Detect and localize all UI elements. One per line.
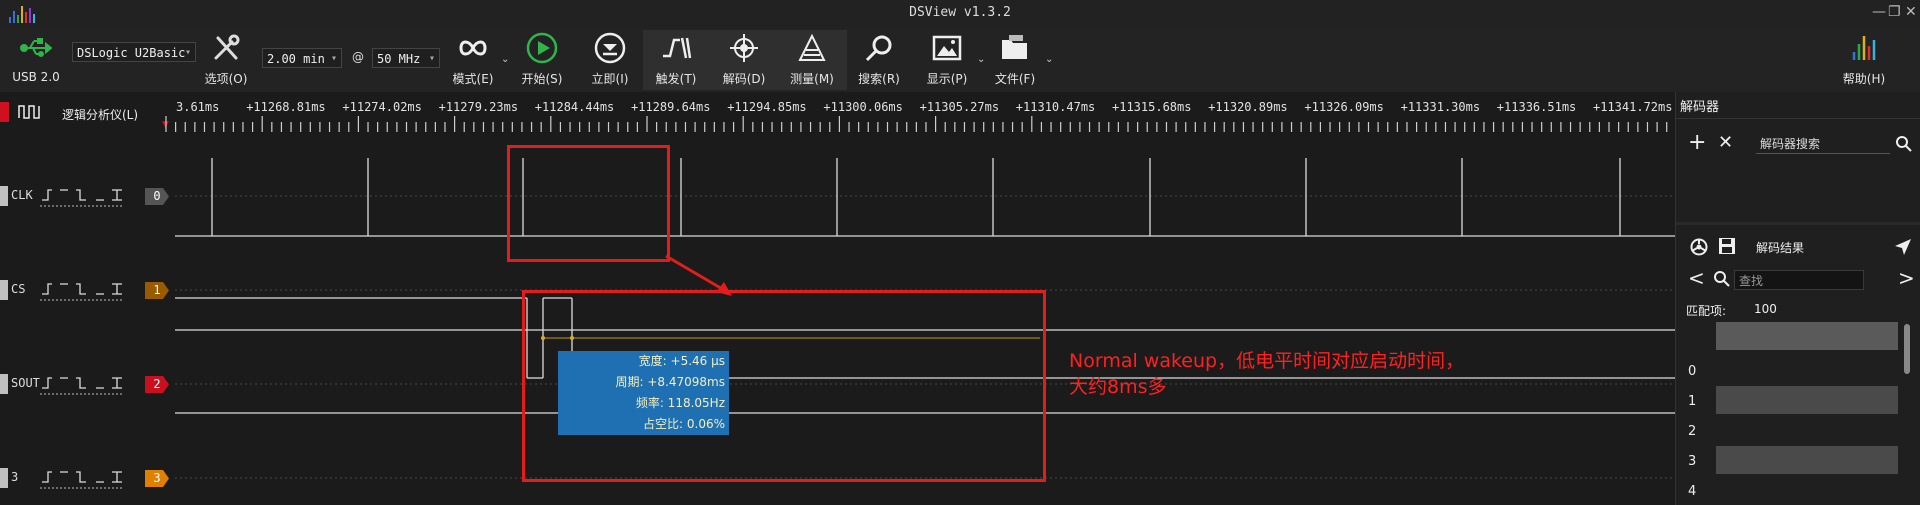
- trigger-options-icon: [40, 377, 122, 395]
- trigger-icon: [663, 37, 692, 59]
- decoder-panel: 解码器 + ✕ 解码器搜索 解码结果 < 查找 > 匹配项: 100 0 1 2…: [1675, 92, 1920, 505]
- instant-button[interactable]: 立即(I): [580, 32, 640, 90]
- restore-button[interactable]: ❐: [1888, 4, 1901, 20]
- result-row-header[interactable]: [1716, 322, 1898, 350]
- result-row-index: 1: [1688, 394, 1697, 409]
- chevron-down-icon: ▾: [184, 47, 191, 58]
- decode-results-label: 解码结果: [1756, 241, 1805, 255]
- annotation-box-sout: [522, 290, 1046, 482]
- trigger-options-icon: [40, 189, 122, 207]
- results-scrollbar[interactable]: [1904, 324, 1910, 374]
- single-capture-icon: [594, 32, 626, 64]
- result-row[interactable]: [1716, 386, 1898, 414]
- annotation-text-line2: 大约8ms多: [1069, 376, 1167, 398]
- divider: [1676, 118, 1920, 119]
- annotation-text-line1: Normal wakeup，低电平时间对应启动时间，: [1069, 350, 1465, 372]
- close-button[interactable]: ✕: [1905, 4, 1917, 20]
- search-icon[interactable]: [1714, 271, 1730, 287]
- mode-label: 模式(E): [452, 72, 494, 86]
- find-input[interactable]: 查找: [1734, 270, 1864, 290]
- chevron-down-icon: ▾: [330, 53, 337, 64]
- image-icon: [932, 35, 962, 61]
- trigger-button[interactable]: 触发(T): [646, 32, 706, 90]
- help-logo-icon: [1852, 36, 1876, 60]
- decoder-search-input[interactable]: 解码器搜索: [1756, 134, 1890, 154]
- find-placeholder: 查找: [1739, 274, 1764, 288]
- help-button[interactable]: 帮助(H): [1834, 32, 1894, 90]
- result-row-index: 4: [1688, 484, 1697, 499]
- chevron-down-icon: ⌄: [501, 54, 510, 65]
- options-button[interactable]: 选项(O): [196, 32, 256, 90]
- match-count: 100: [1754, 302, 1777, 316]
- search-button[interactable]: 搜索(R): [849, 32, 909, 90]
- options-label: 选项(O): [204, 72, 248, 86]
- match-label: 匹配项:: [1686, 304, 1727, 318]
- usb-label: USB 2.0: [12, 70, 60, 84]
- samplerate-value: 50 MHz: [377, 52, 421, 66]
- save-icon[interactable]: [1718, 237, 1736, 255]
- at-sign: @: [352, 50, 364, 64]
- minimize-button[interactable]: —: [1872, 4, 1886, 20]
- ruler-ticks: [165, 116, 1668, 132]
- usb-icon: [20, 38, 52, 57]
- wrench-screwdriver-icon: [214, 34, 240, 60]
- add-decoder-icon[interactable]: +: [1688, 132, 1706, 154]
- trigger-options-icon: [40, 471, 122, 489]
- file-label: 文件(F): [994, 72, 1036, 86]
- decode-button[interactable]: 解码(D): [714, 32, 774, 90]
- folder-icon: [1002, 35, 1027, 59]
- result-row[interactable]: [1716, 446, 1898, 474]
- mode-button[interactable]: 模式(E) ⌄: [443, 32, 509, 90]
- samplerate-select[interactable]: 50 MHz ▾: [372, 48, 440, 68]
- measure-button[interactable]: 测量(M): [782, 32, 842, 90]
- title-bar: DSView v1.3.2 — ❐ ✕: [0, 0, 1920, 28]
- decoder-panel-title: 解码器: [1680, 100, 1720, 115]
- duration-select[interactable]: 2.00 min ▾: [262, 48, 342, 68]
- decoder-search-placeholder: 解码器搜索: [1760, 137, 1821, 151]
- prev-result-icon[interactable]: <: [1688, 268, 1705, 288]
- next-result-icon[interactable]: >: [1898, 268, 1915, 288]
- duration-value: 2.00 min: [267, 52, 325, 66]
- waveform-area[interactable]: CLK 0 CS 1 SOUT 2 3 3 宽度: +5.46 μs 周期: +8.47098…: [0, 132, 1675, 505]
- decode-icon: [730, 34, 758, 62]
- chevron-down-icon: ⌄: [1045, 54, 1054, 65]
- display-button[interactable]: 显示(P) ⌄: [917, 32, 985, 90]
- start-button[interactable]: 开始(S): [512, 32, 572, 90]
- panel-splitter[interactable]: [1676, 222, 1920, 225]
- usb-status: USB 2.0: [6, 32, 66, 90]
- toolbar: USB 2.0 DSLogic U2Basic ▾ 选项(O) 2.00 min ▾…: [0, 28, 1920, 92]
- window-title: DSView v1.3.2: [909, 5, 1011, 20]
- measure-icon: [798, 33, 826, 61]
- settings-dial-icon[interactable]: [1690, 238, 1708, 256]
- search-icon: [865, 35, 892, 62]
- navigate-arrow-icon[interactable]: [1894, 238, 1912, 256]
- chevron-down-icon: ▾: [428, 53, 435, 64]
- time-ruler[interactable]: 逻辑分析仪(L) ▼ 3.61ms+11268.81ms+11274.02ms+…: [0, 92, 1675, 132]
- help-label: 帮助(H): [1842, 72, 1886, 86]
- trigger-options-icon: [40, 283, 122, 301]
- remove-decoder-icon[interactable]: ✕: [1718, 132, 1733, 154]
- result-row-index: 2: [1688, 424, 1697, 439]
- device-select-value: DSLogic U2Basic: [77, 46, 186, 60]
- search-icon[interactable]: [1896, 136, 1912, 152]
- infinity-icon: [459, 40, 487, 56]
- annotation-arrow-icon: [665, 254, 732, 296]
- device-select[interactable]: DSLogic U2Basic ▾: [72, 42, 196, 62]
- play-icon: [526, 32, 558, 64]
- annotation-box-clk: [507, 145, 670, 262]
- file-button[interactable]: 文件(F) ⌄: [985, 32, 1053, 90]
- result-row-index: 0: [1688, 364, 1697, 379]
- result-row-index: 3: [1688, 454, 1697, 469]
